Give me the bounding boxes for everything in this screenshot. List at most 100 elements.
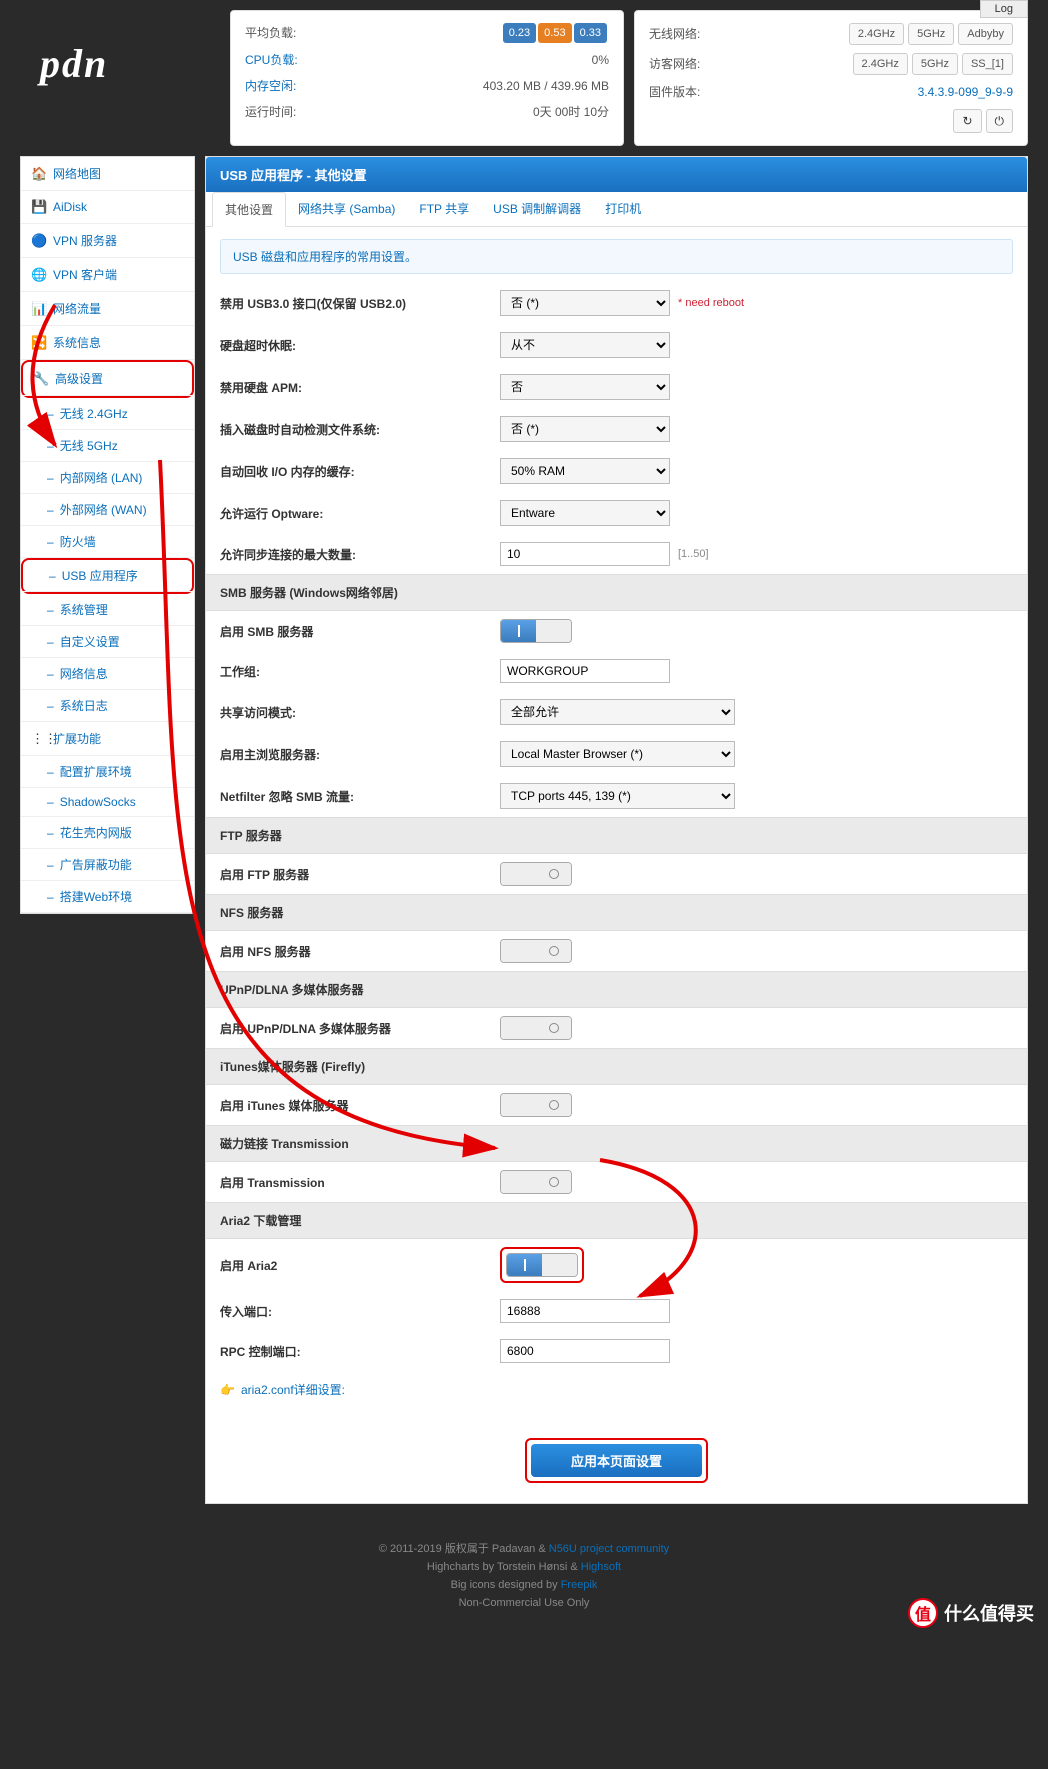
header: pdn 平均负载: 0.230.530.33 CPU负载:0% 内存空闲:403…	[0, 0, 1048, 156]
sub-oray[interactable]: –花生壳内网版	[21, 817, 194, 849]
sub-wifi24[interactable]: –无线 2.4GHz	[21, 398, 194, 430]
disk-icon: 💾	[31, 199, 47, 215]
fw-version-link[interactable]: 3.4.3.9-099_9-9-9	[918, 83, 1013, 101]
sub-adblock[interactable]: –广告屏蔽功能	[21, 849, 194, 881]
freepik-link[interactable]: Freepik	[561, 1579, 598, 1591]
tab-printer[interactable]: 打印机	[593, 192, 653, 226]
optware-select[interactable]: Entware	[500, 500, 670, 526]
watermark-icon: 值	[908, 1598, 938, 1628]
iocache-select[interactable]: 50% RAM	[500, 458, 670, 484]
nav-extensions[interactable]: ⋮⋮扩展功能	[21, 722, 194, 756]
power-icon[interactable]: ⏻	[986, 109, 1014, 133]
stats-container: 平均负载: 0.230.530.33 CPU负载:0% 内存空闲:403.20 …	[230, 10, 1028, 146]
logo: pdn	[20, 10, 220, 117]
sub-firewall[interactable]: –防火墙	[21, 526, 194, 558]
aria2-port-input[interactable]	[500, 1299, 670, 1323]
tab-samba[interactable]: 网络共享 (Samba)	[286, 192, 407, 226]
netfilter-select[interactable]: TCP ports 445, 139 (*)	[500, 783, 735, 809]
aria2-conf-link[interactable]: aria2.conf详细设置:	[241, 1381, 345, 1398]
trans-toggle[interactable]	[500, 1170, 572, 1194]
n56u-link[interactable]: N56U project community	[549, 1543, 669, 1555]
load-badges: 0.230.530.33	[503, 23, 609, 43]
hdd-spindown-select[interactable]: 从不	[500, 332, 670, 358]
sharemode-select[interactable]: 全部允许	[500, 699, 735, 725]
sub-usb-highlight: –USB 应用程序	[21, 558, 194, 594]
usb3-hint: * need reboot	[678, 297, 744, 309]
guest-5-btn[interactable]: 5GHz	[912, 53, 958, 75]
ftp-toggle[interactable]	[500, 862, 572, 886]
ss-btn[interactable]: SS_[1]	[962, 53, 1013, 75]
nfs-toggle[interactable]	[500, 939, 572, 963]
shuffle-icon: 🔀	[31, 335, 47, 351]
dlna-toggle[interactable]	[500, 1016, 572, 1040]
wifi-5-btn[interactable]: 5GHz	[908, 23, 954, 45]
mem-free-value: 403.20 MB / 439.96 MB	[483, 77, 609, 95]
itunes-toggle[interactable]	[500, 1093, 572, 1117]
fw-label: 固件版本:	[649, 83, 700, 101]
row-nfs-enable: 启用 NFS 服务器	[206, 931, 1027, 971]
section-dlna: UPnP/DLNA 多媒体服务器	[206, 971, 1027, 1008]
usb3-select[interactable]: 否 (*)	[500, 290, 670, 316]
vpn-server-icon: 🔵	[31, 233, 47, 249]
adbyby-btn[interactable]: Adbyby	[958, 23, 1013, 45]
nav-vpn-server[interactable]: 🔵VPN 服务器	[21, 224, 194, 258]
maxconn-hint: [1..50]	[678, 548, 709, 560]
sub-netinfo[interactable]: –网络信息	[21, 658, 194, 690]
home-icon: 🏠	[31, 166, 47, 182]
nav-aidisk[interactable]: 💾AiDisk	[21, 191, 194, 224]
smb-toggle[interactable]	[500, 619, 572, 643]
sub-ext-config[interactable]: –配置扩展环境	[21, 756, 194, 788]
tab-modem[interactable]: USB 调制解调器	[481, 192, 593, 226]
mem-free-label: 内存空闲:	[245, 77, 296, 95]
log-button[interactable]: Log	[980, 0, 1028, 18]
apply-button[interactable]: 应用本页面设置	[531, 1444, 702, 1477]
nav-traffic[interactable]: 📊网络流量	[21, 292, 194, 326]
highsoft-link[interactable]: Highsoft	[581, 1561, 621, 1573]
row-apm: 禁用硬盘 APM:否	[206, 366, 1027, 408]
row-itunes-enable: 启用 iTunes 媒体服务器	[206, 1085, 1027, 1125]
row-dlna-enable: 启用 UPnP/DLNA 多媒体服务器	[206, 1008, 1027, 1048]
wifi-label: 无线网络:	[649, 25, 700, 43]
nav-advanced-highlight: 🔧高级设置	[21, 360, 194, 398]
section-aria2: Aria2 下载管理	[206, 1202, 1027, 1239]
content-panel: USB 应用程序 - 其他设置 其他设置 网络共享 (Samba) FTP 共享…	[205, 156, 1028, 1504]
sub-custom[interactable]: –自定义设置	[21, 626, 194, 658]
sub-wan[interactable]: –外部网络 (WAN)	[21, 494, 194, 526]
footer: © 2011-2019 版权属于 Padavan & N56U project …	[0, 1524, 1048, 1642]
sub-usb-app[interactable]: –USB 应用程序	[23, 560, 192, 592]
stats-right: 无线网络: 2.4GHz5GHzAdbyby 访客网络: 2.4GHz5GHzS…	[634, 10, 1028, 146]
sub-wifi5[interactable]: –无线 5GHz	[21, 430, 194, 462]
row-iocache: 自动回收 I/O 内存的缓存:50% RAM	[206, 450, 1027, 492]
grid-icon: ⋮⋮	[31, 731, 47, 747]
sub-shadowsocks[interactable]: –ShadowSocks	[21, 788, 194, 817]
row-aria2-rpc: RPC 控制端口:	[206, 1331, 1027, 1371]
nav-sysinfo[interactable]: 🔀系统信息	[21, 326, 194, 360]
sub-syslog[interactable]: –系统日志	[21, 690, 194, 722]
tab-ftp[interactable]: FTP 共享	[407, 192, 481, 226]
sub-webenv[interactable]: –搭建Web环境	[21, 881, 194, 913]
sub-lan[interactable]: –内部网络 (LAN)	[21, 462, 194, 494]
aria2-toggle[interactable]	[506, 1253, 578, 1277]
apply-highlight: 应用本页面设置	[525, 1438, 708, 1483]
panel-title: USB 应用程序 - 其他设置	[206, 157, 1027, 192]
tab-other[interactable]: 其他设置	[212, 192, 286, 227]
maxconn-input[interactable]	[500, 542, 670, 566]
row-maxconn: 允许同步连接的最大数量:[1..50]	[206, 534, 1027, 574]
row-fscheck: 插入磁盘时自动检测文件系统:否 (*)	[206, 408, 1027, 450]
watermark: 值 什么值得买	[908, 1598, 1034, 1628]
apm-select[interactable]: 否	[500, 374, 670, 400]
nav-network-map[interactable]: 🏠网络地图	[21, 157, 194, 191]
fscheck-select[interactable]: 否 (*)	[500, 416, 670, 442]
guest-24-btn[interactable]: 2.4GHz	[853, 53, 908, 75]
refresh-icon[interactable]: ↻	[953, 109, 981, 133]
nav-vpn-client[interactable]: 🌐VPN 客户端	[21, 258, 194, 292]
wifi-24-btn[interactable]: 2.4GHz	[849, 23, 904, 45]
workgroup-input[interactable]	[500, 659, 670, 683]
master-select[interactable]: Local Master Browser (*)	[500, 741, 735, 767]
cpu-load-value: 0%	[592, 51, 609, 69]
aria2-rpc-input[interactable]	[500, 1339, 670, 1363]
row-hdd-spindown: 硬盘超时休眠:从不	[206, 324, 1027, 366]
sub-sysmgr[interactable]: –系统管理	[21, 594, 194, 626]
apply-row: 应用本页面设置	[206, 1418, 1027, 1503]
nav-advanced[interactable]: 🔧高级设置	[23, 362, 192, 396]
